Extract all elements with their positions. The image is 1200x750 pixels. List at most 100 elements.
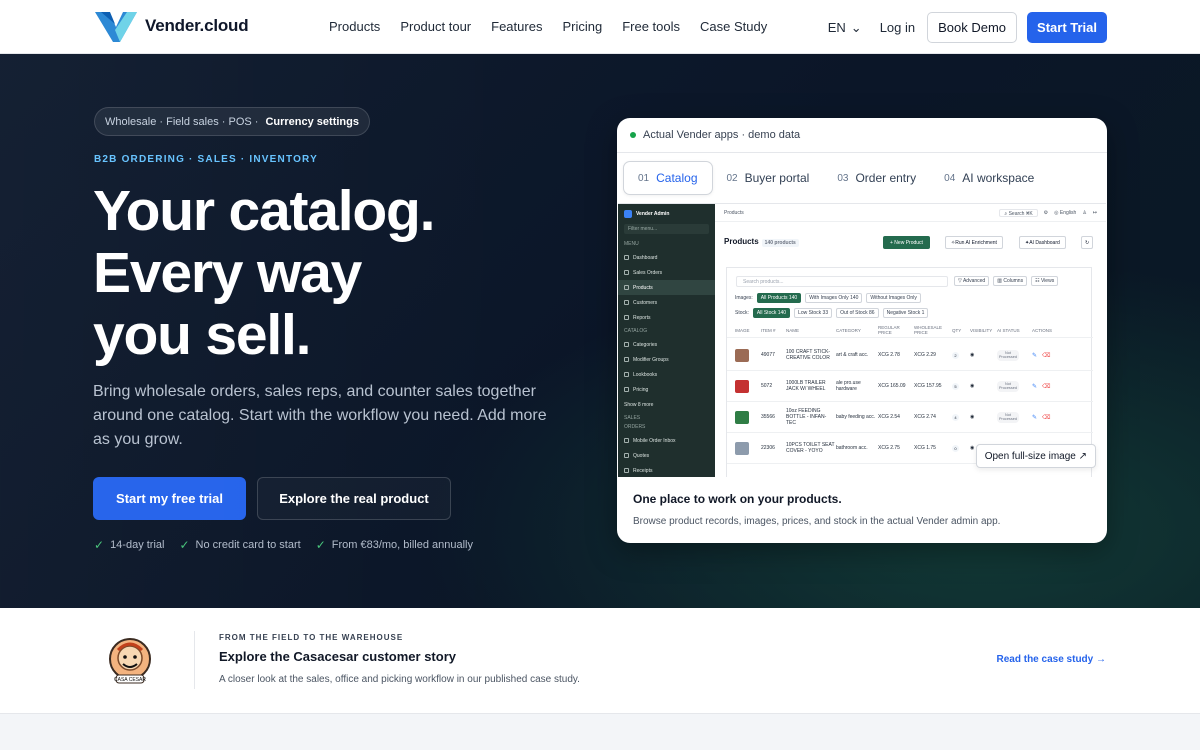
sidebar-item-modifier-groups[interactable]: Modifier Groups	[618, 352, 715, 367]
run-ai-enrichment-button[interactable]: ✧ Run AI Enrichment	[945, 236, 1003, 249]
sidebar-item-sales-orders[interactable]: Sales Orders	[618, 265, 715, 280]
sidebar-filter-input[interactable]: Filter menu...	[624, 224, 709, 234]
nav-features-link[interactable]: Features	[491, 19, 542, 34]
sidebar-item-customers[interactable]: Customers	[618, 295, 715, 310]
folder-icon	[624, 342, 629, 347]
ai-status-badge: Not Processed	[997, 411, 1019, 423]
nav-case-study-link[interactable]: Case Study	[700, 19, 767, 34]
start-trial-button[interactable]: Start Trial	[1027, 12, 1107, 43]
sidebar-item-reports[interactable]: Reports	[618, 310, 715, 325]
visibility-icon[interactable]: ◉	[970, 414, 997, 420]
filter-without-images[interactable]: Without Images Only	[866, 293, 921, 303]
column-ai-status[interactable]: AI STATUS	[997, 328, 1032, 333]
table-row[interactable]: 5072 1000LB TRAILER JACK W/ WHEEL ale pro.…	[727, 371, 1093, 402]
ai-status-badge: Not Processed	[997, 349, 1019, 361]
column-regular-price[interactable]: REGULAR PRICE	[878, 325, 914, 335]
visibility-icon[interactable]: ◉	[970, 383, 997, 389]
nav-free-tools-link[interactable]: Free tools	[622, 19, 680, 34]
filter-low-stock[interactable]: Low Stock 33	[794, 308, 833, 318]
tab-ai-workspace[interactable]: 04 AI workspace	[930, 161, 1048, 195]
column-name[interactable]: NAME	[786, 328, 836, 333]
filter-negative-stock[interactable]: Negative Stock 1	[882, 308, 929, 318]
admin-sidebar: Vender Admin Filter menu... MENU Dashboa…	[618, 204, 715, 477]
edit-icon[interactable]: ✎	[1032, 414, 1037, 421]
advanced-filter-button[interactable]: ▽ Advanced	[954, 276, 990, 286]
stock-label: Stock:	[735, 310, 749, 316]
filter-with-images[interactable]: With Images Only 140	[805, 293, 863, 303]
column-category[interactable]: CATEGORY	[836, 328, 878, 333]
sidebar-item-lookbooks[interactable]: Lookbooks	[618, 367, 715, 382]
visibility-icon[interactable]: ◉	[970, 352, 997, 358]
brand-logo[interactable]: Vender.cloud	[93, 9, 249, 43]
ai-dashboard-button[interactable]: ✦ AI Dashboard	[1019, 236, 1066, 249]
sidebar-item-dashboard[interactable]: Dashboard	[618, 250, 715, 265]
pricing-benefit: ✓ From €83/mo, billed annually	[316, 539, 473, 551]
tab-catalog[interactable]: 01 Catalog	[623, 161, 713, 195]
tab-number: 03	[837, 172, 849, 184]
sidebar-item-products[interactable]: Products	[618, 280, 715, 295]
column-quantity[interactable]: QTY	[952, 328, 970, 333]
book-demo-button[interactable]: Book Demo	[927, 12, 1018, 43]
user-icon[interactable]: ♙	[1082, 210, 1086, 216]
tab-buyer-portal[interactable]: 02 Buyer portal	[713, 161, 824, 195]
nav-product-tour-link[interactable]: Product tour	[400, 19, 471, 34]
column-visibility[interactable]: VISIBILITY	[970, 328, 997, 333]
edit-icon[interactable]: ✎	[1032, 352, 1037, 359]
filter-out-of-stock[interactable]: Out of Stock 86	[836, 308, 879, 318]
language-selector[interactable]: EN ⌄	[828, 20, 862, 36]
stock-filters: Stock: All Stock 140 Low Stock 33 Out of…	[735, 308, 929, 318]
trash-icon[interactable]: ⌫	[1042, 352, 1050, 359]
nav-pricing-link[interactable]: Pricing	[562, 19, 602, 34]
wholesale-price: XCG 2.74	[914, 414, 936, 420]
filter-all-stock[interactable]: All Stock 140	[752, 308, 791, 318]
sidebar-item-receipts[interactable]: Receipts	[618, 463, 715, 477]
language-switch[interactable]: ◎ English	[1054, 210, 1076, 216]
sidebar-item-label: Sales Orders	[633, 269, 663, 276]
table-row[interactable]: 49077 100 CRAFT STICK-CREATIVE COLOR art &…	[727, 340, 1093, 371]
sidebar-item-categories[interactable]: Categories	[618, 337, 715, 352]
wholesale-price: XCG 1.75	[914, 445, 936, 451]
item-number: 49077	[761, 352, 775, 358]
views-button[interactable]: ☷ Views	[1031, 276, 1059, 286]
keyboard-shortcut: ⌘K	[1025, 210, 1033, 217]
sidebar-item-mobile-order-inbox[interactable]: Mobile Order Inbox	[618, 433, 715, 448]
column-image[interactable]: IMAGE	[735, 328, 761, 333]
sidebar-show-more[interactable]: Show 8 more	[618, 397, 715, 412]
table-tool-buttons: ▽ Advanced ▥ Columns ☷ Views	[954, 276, 1059, 286]
tab-label: Catalog	[656, 171, 698, 185]
open-full-size-image-button[interactable]: Open full-size image ↗	[975, 444, 1096, 468]
column-wholesale-price[interactable]: WHOLESALE PRICE	[914, 325, 952, 335]
explore-product-button[interactable]: Explore the real product	[257, 477, 451, 520]
table-row[interactable]: 35566 10oz FEEDING BOTTLE - INFAN-TEC baby…	[727, 402, 1093, 433]
edit-icon[interactable]: ✎	[1032, 383, 1037, 390]
views-label: Views	[1040, 278, 1055, 284]
regular-price: XCG 2.54	[878, 414, 900, 420]
read-case-study-link[interactable]: Read the case study →	[997, 654, 1106, 665]
trash-icon[interactable]: ⌫	[1042, 383, 1050, 390]
admin-search-input[interactable]: ⌕ Search ⌘K	[999, 208, 1038, 217]
sidebar-item-quotes[interactable]: Quotes	[618, 448, 715, 463]
settings-icon[interactable]: ⚙	[1044, 210, 1048, 216]
product-category: ale pro.use hardware	[836, 380, 861, 392]
tag-icon	[624, 387, 629, 392]
column-item-number[interactable]: ITEM #	[761, 328, 786, 333]
refresh-button[interactable]: ↻	[1081, 236, 1094, 249]
columns-button[interactable]: ▥ Columns	[993, 276, 1028, 286]
nav-products-link[interactable]: Products	[329, 19, 380, 34]
phone-icon	[624, 438, 629, 443]
logout-icon[interactable]: ↦	[1093, 210, 1097, 216]
start-free-trial-button[interactable]: Start my free trial	[93, 477, 246, 520]
new-product-button[interactable]: + New Product	[883, 236, 930, 249]
tab-order-entry[interactable]: 03 Order entry	[823, 161, 930, 195]
product-search-input[interactable]: Search products...	[736, 276, 948, 287]
benefit-label: From €83/mo, billed annually	[331, 539, 474, 551]
trash-icon[interactable]: ⌫	[1042, 414, 1050, 421]
filter-all-products[interactable]: All Products 140	[756, 293, 802, 303]
sidebar-section-orders: ORDERS	[624, 424, 646, 430]
demo-status-text: Actual Vender apps · demo data	[643, 129, 801, 141]
sidebar-item-pricing[interactable]: Pricing	[618, 382, 715, 397]
casacesar-logo-icon: CASA CESAR	[109, 638, 151, 684]
chevron-down-icon: ⌄	[850, 19, 862, 35]
login-link[interactable]: Log in	[880, 20, 915, 35]
products-count-badge: 140 products	[761, 239, 799, 247]
